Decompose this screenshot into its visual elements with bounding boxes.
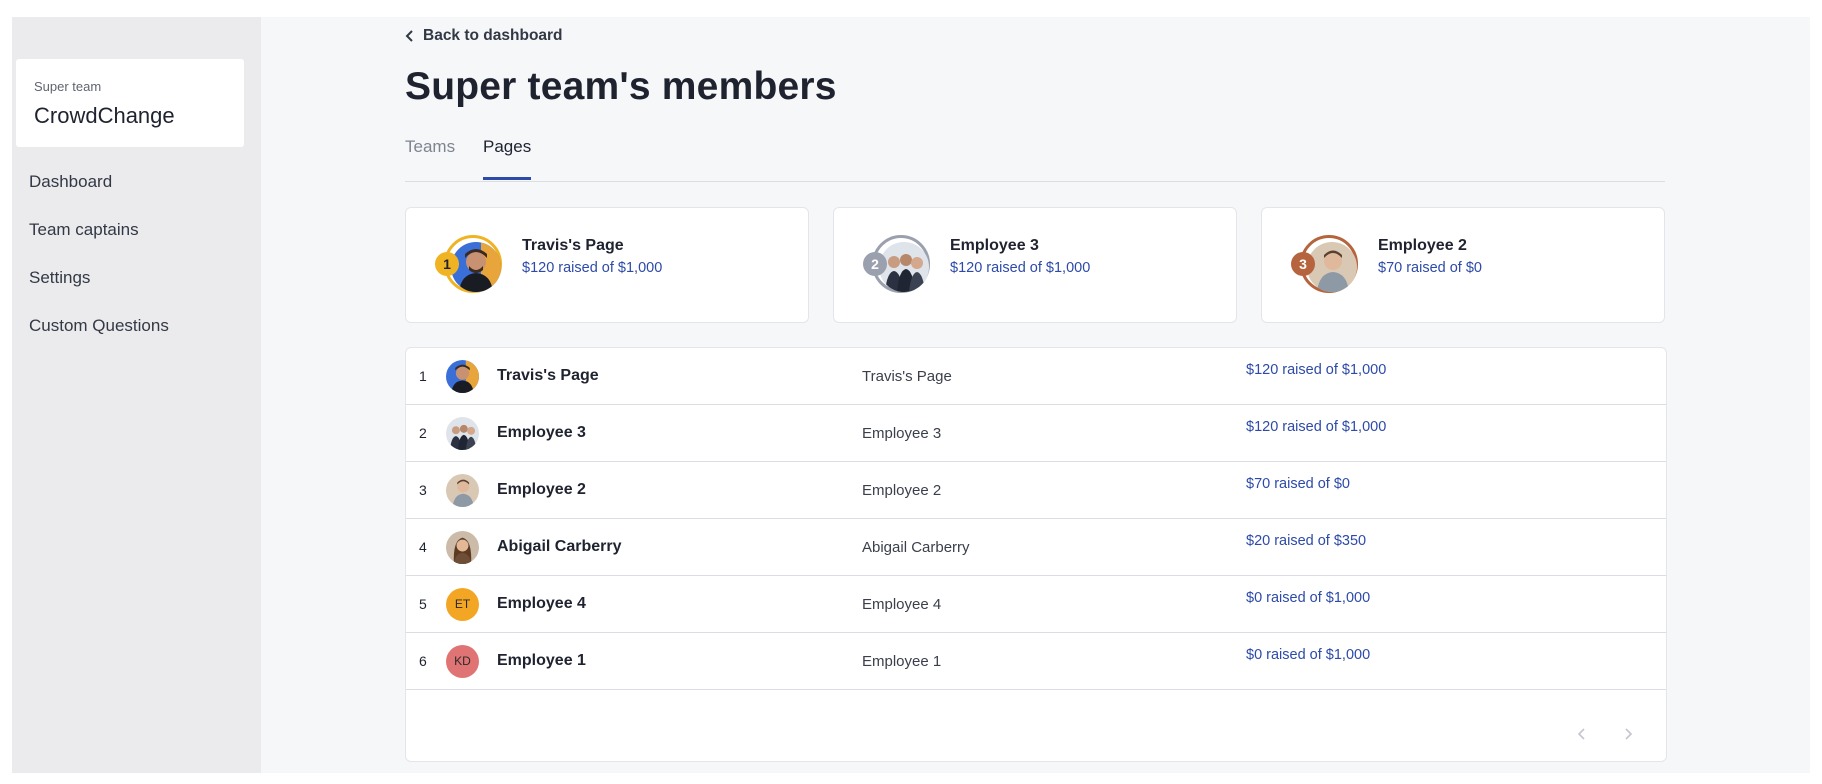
chevron-left-icon [405, 30, 413, 42]
top-three-podium: 1 Travis's Page $120 raised of $1,000 2 … [405, 207, 1665, 323]
avatar [446, 474, 479, 507]
table-row[interactable]: 6 KD Employee 1 Employee 1 $0 raised of … [406, 633, 1666, 690]
row-raised: $0 raised of $1,000 [1246, 647, 1371, 663]
row-name[interactable]: Employee 4 [497, 595, 586, 613]
rank-badge: 2 [863, 252, 887, 276]
podium-raised: $70 raised of $0 [1378, 260, 1482, 276]
page-title: Super team's members [405, 65, 837, 108]
podium-raised: $120 raised of $1,000 [950, 260, 1091, 276]
row-name[interactable]: Employee 1 [497, 652, 586, 670]
row-name[interactable]: Employee 3 [497, 424, 586, 442]
row-raised: $70 raised of $0 [1246, 476, 1350, 492]
sidebar-item-custom-questions[interactable]: Custom Questions [29, 317, 169, 365]
tab-teams[interactable]: Teams [405, 137, 455, 179]
podium-card-1[interactable]: 1 Travis's Page $120 raised of $1,000 [405, 207, 809, 323]
sidebar-item-team-captains[interactable]: Team captains [29, 221, 169, 269]
table-row[interactable]: 4 Abigail Carberry Abigail Carberry $20 … [406, 519, 1666, 576]
tab-pages[interactable]: Pages [483, 137, 532, 180]
back-to-dashboard-link[interactable]: Back to dashboard [405, 27, 563, 45]
sidebar-nav: Dashboard Team captains Settings Custom … [29, 173, 169, 365]
podium-name: Employee 2 [1378, 237, 1467, 254]
podium-card-2[interactable]: 2 Employee 3 $120 raised of $1,000 [833, 207, 1237, 323]
rank-badge: 3 [1291, 252, 1315, 276]
back-link-label: Back to dashboard [423, 27, 563, 44]
chevron-right-icon [1625, 728, 1633, 740]
row-page: Employee 3 [862, 425, 942, 442]
team-name: CrowdChange [34, 103, 175, 128]
pager-next-button[interactable] [1622, 727, 1634, 741]
row-page: Abigail Carberry [862, 539, 970, 556]
row-raised: $20 raised of $350 [1246, 533, 1367, 549]
row-rank: 4 [419, 539, 427, 555]
row-raised: $120 raised of $1,000 [1246, 362, 1387, 378]
pager-prev-button[interactable] [1576, 727, 1588, 741]
team-card[interactable]: Super team CrowdChange [16, 59, 244, 147]
avatar [446, 360, 479, 393]
table-row[interactable]: 1 Travis's Page Travis's Page $120 raise… [406, 348, 1666, 405]
members-table: 1 Travis's Page Travis's Page $120 raise… [405, 347, 1667, 762]
row-rank: 5 [419, 596, 427, 612]
team-label: Super team [34, 79, 102, 94]
sidebar-item-dashboard[interactable]: Dashboard [29, 173, 169, 221]
row-page: Employee 2 [862, 482, 942, 499]
table-row[interactable]: 5 ET Employee 4 Employee 4 $0 raised of … [406, 576, 1666, 633]
avatar [446, 531, 479, 564]
table-row[interactable]: 2 Employee 3 Employee 3 $120 raised of $… [406, 405, 1666, 462]
sidebar-item-settings[interactable]: Settings [29, 269, 169, 317]
podium-name: Travis's Page [522, 237, 624, 254]
row-page: Travis's Page [862, 368, 952, 385]
row-raised: $0 raised of $1,000 [1246, 590, 1371, 606]
table-row[interactable]: 3 Employee 2 Employee 2 $70 raised of $0 [406, 462, 1666, 519]
row-name[interactable]: Employee 2 [497, 481, 586, 499]
row-rank: 3 [419, 482, 427, 498]
podium-name: Employee 3 [950, 237, 1039, 254]
podium-card-3[interactable]: 3 Employee 2 $70 raised of $0 [1261, 207, 1665, 323]
row-page: Employee 1 [862, 653, 942, 670]
pagination [1576, 727, 1634, 741]
chevron-left-icon [1577, 728, 1585, 740]
row-page: Employee 4 [862, 596, 942, 613]
podium-raised: $120 raised of $1,000 [522, 260, 663, 276]
row-raised: $120 raised of $1,000 [1246, 419, 1387, 435]
avatar [446, 417, 479, 450]
row-rank: 2 [419, 425, 427, 441]
rank-badge: 1 [435, 252, 459, 276]
row-name[interactable]: Travis's Page [497, 367, 599, 385]
row-name[interactable]: Abigail Carberry [497, 538, 621, 556]
sidebar: Super team CrowdChange Dashboard Team ca… [12, 17, 261, 773]
avatar-initials: KD [446, 645, 479, 678]
avatar-initials: ET [446, 588, 479, 621]
row-rank: 6 [419, 653, 427, 669]
tab-bar: Teams Pages [405, 137, 1665, 182]
row-rank: 1 [419, 368, 427, 384]
